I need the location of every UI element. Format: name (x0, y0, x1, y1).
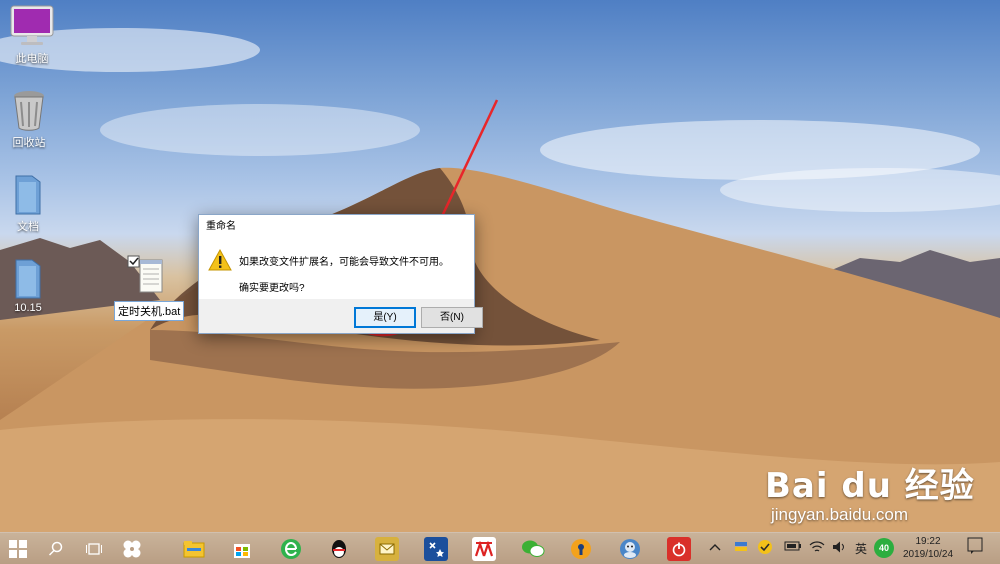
yes-button[interactable]: 是(Y) (354, 307, 416, 328)
taskbar-app-store[interactable] (230, 537, 254, 561)
taskbar-app-keyhole[interactable] (569, 537, 593, 561)
tray-app-1[interactable] (733, 539, 749, 558)
power-app-icon (672, 542, 686, 557)
taskbar-app-mail[interactable] (375, 537, 399, 561)
wechat-icon (522, 540, 545, 557)
clock-date: 2019/10/24 (902, 549, 954, 560)
desktop-icon-label: 回收站 (12, 137, 46, 149)
chevron-up-icon (709, 544, 721, 551)
search-icon (48, 541, 63, 556)
folder-icon (15, 259, 41, 299)
watermark-brand: Bai du 经验 (765, 466, 975, 506)
folder-icon (15, 175, 41, 215)
notification-center-button[interactable] (967, 537, 983, 558)
speaker-icon (833, 541, 844, 553)
dialog-message: 如果改变文件扩展名，可能会导致文件不可用。 (239, 257, 449, 268)
search-button[interactable] (44, 537, 68, 561)
wifi-icon (809, 541, 825, 552)
store-icon (234, 544, 250, 558)
taskbar-app-office[interactable] (472, 537, 496, 561)
tray-volume[interactable] (832, 540, 848, 557)
pinwheel-icon (123, 540, 141, 558)
keyhole-app-icon (571, 539, 591, 559)
qq-icon (332, 540, 346, 558)
desktop-icon-folder-1015[interactable]: 10.15 (0, 256, 60, 314)
desktop-icon-recycle-bin[interactable]: 回收站 (0, 88, 61, 150)
desktop-icon-label: 文档 (17, 221, 39, 233)
mail-app-icon (379, 543, 395, 555)
clock[interactable]: 19:22 2019/10/24 (896, 535, 960, 561)
recycle-bin-icon (14, 91, 44, 131)
taskbar-app-power[interactable] (667, 537, 691, 561)
pinwheel-app-button[interactable] (120, 537, 144, 561)
desktop: 此电脑 回收站 文档 10.15 定时关机.bat Bai du 经验 jing… (0, 0, 1000, 532)
no-button[interactable]: 否(N) (421, 307, 483, 328)
desktop-icon-label: 此电脑 (15, 53, 49, 65)
notification-icon (967, 537, 983, 554)
taskbar-app-file-explorer[interactable] (182, 537, 206, 561)
desktop-icon-computer[interactable]: 此电脑 (0, 4, 64, 66)
desktop-file-bat[interactable]: 定时关机.bat (114, 254, 185, 321)
dialog-title: 重命名 (206, 221, 236, 232)
watermark-site: jingyan.baidu.com (771, 505, 909, 524)
tray-app-2[interactable] (757, 539, 773, 558)
taskbar-app-browser[interactable] (279, 537, 303, 561)
start-button[interactable] (6, 537, 30, 561)
task-view-icon (86, 543, 102, 555)
notepad-file-icon (127, 255, 163, 293)
ime-indicator[interactable]: 英 (855, 540, 867, 557)
browser-e-icon (281, 539, 301, 559)
taskbar-app-avatar[interactable] (618, 537, 642, 561)
tray-shield-icon (758, 540, 772, 554)
windows-logo-icon (9, 540, 27, 558)
file-explorer-icon (183, 541, 205, 558)
rename-dialog: 重命名 如果改变文件扩展名，可能会导致文件不可用。 确实要更改吗? 是(Y) 否… (198, 214, 483, 334)
tray-stack-icon (735, 542, 747, 551)
file-name-label: 定时关机.bat (114, 301, 185, 321)
desktop-icon-label: 10.15 (14, 302, 42, 314)
computer-icon (10, 5, 54, 45)
baidu-watermark: Bai du 经验 jingyan.baidu.com (765, 458, 975, 525)
office-app-icon (475, 541, 493, 557)
avatar-app-icon (620, 539, 640, 559)
dialog-button-bar: 是(Y) 否(N) (199, 299, 483, 333)
warning-icon (208, 249, 232, 271)
battery-icon (784, 541, 801, 551)
taskbar-app-wechat[interactable] (521, 537, 545, 561)
desktop-icon-documents[interactable]: 文档 (0, 172, 60, 234)
tray-network[interactable] (809, 540, 825, 557)
taskbar-app-tool[interactable] (424, 537, 448, 561)
tray-expand-button[interactable] (709, 541, 721, 555)
tray-badge[interactable]: 40 (874, 538, 894, 558)
tool-app-icon (429, 542, 444, 557)
dialog-question: 确实要更改吗? (239, 283, 305, 294)
taskbar-app-qq[interactable] (327, 537, 351, 561)
clock-time: 19:22 (915, 536, 941, 547)
taskbar: 英 40 19:22 2019/10/24 (0, 532, 1000, 564)
task-view-button[interactable] (82, 537, 106, 561)
tray-battery[interactable] (784, 540, 802, 555)
